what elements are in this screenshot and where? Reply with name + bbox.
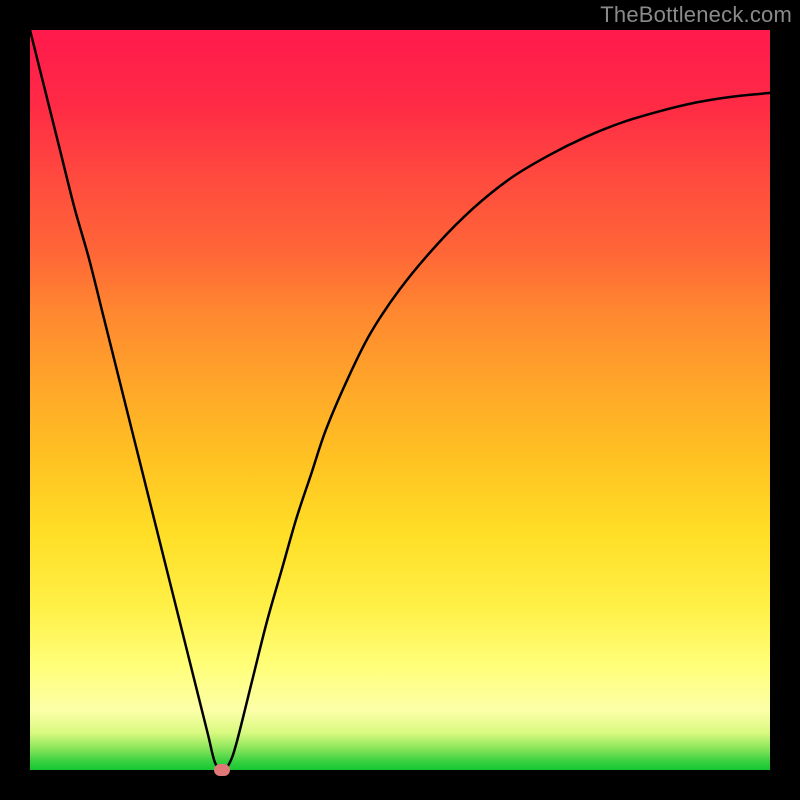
bottleneck-curve [30,30,770,770]
chart-frame: TheBottleneck.com [0,0,800,800]
plot-area [30,30,770,770]
watermark-label: TheBottleneck.com [600,2,792,28]
optimal-point-marker [214,764,230,776]
